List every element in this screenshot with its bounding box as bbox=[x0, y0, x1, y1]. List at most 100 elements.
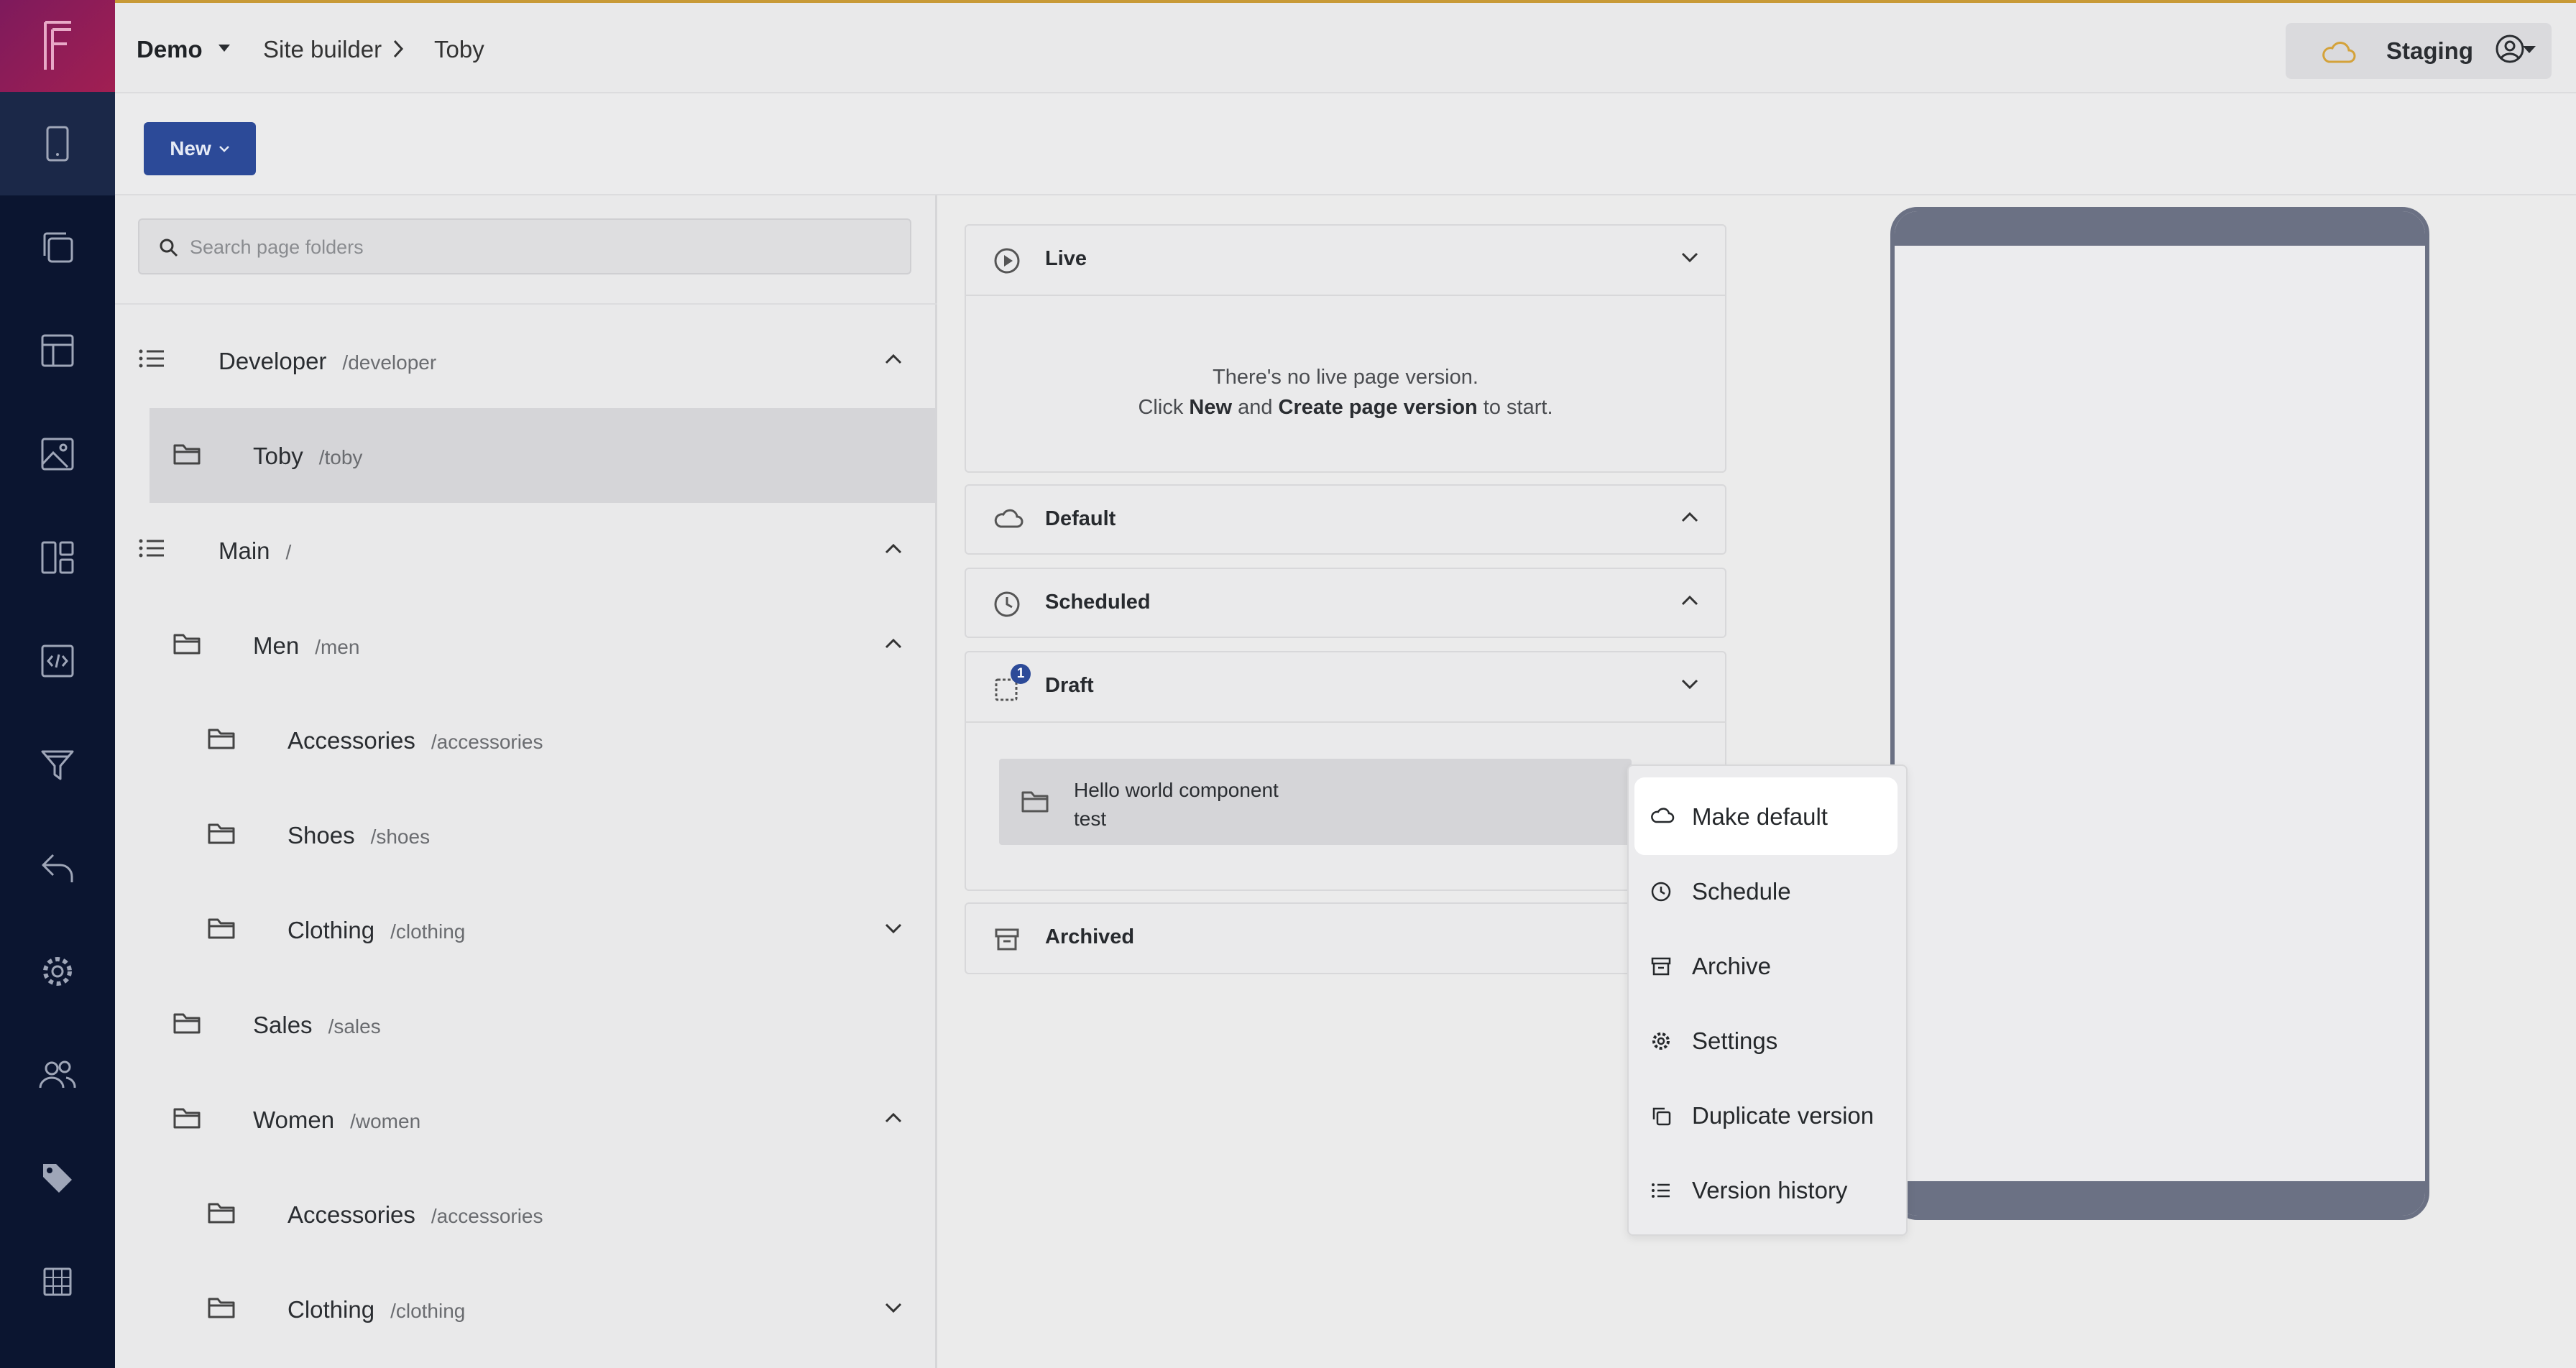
list-icon bbox=[1652, 1183, 1670, 1198]
rail-filter[interactable] bbox=[0, 713, 115, 816]
clock-icon bbox=[994, 591, 1020, 617]
folder-icon bbox=[172, 443, 201, 466]
logo-icon bbox=[44, 21, 71, 70]
folder-row[interactable]: Toby/toby bbox=[150, 408, 937, 503]
chevron-down-icon bbox=[218, 146, 229, 152]
folder-path: /women bbox=[350, 1110, 421, 1132]
folder-row[interactable]: Men/men bbox=[115, 598, 937, 693]
folder-row[interactable]: Main / bbox=[115, 503, 937, 598]
menu-item-duplicate-version[interactable]: Duplicate version bbox=[1634, 1076, 1898, 1154]
draft-header[interactable]: 1 Draft bbox=[966, 652, 1725, 721]
clock-icon bbox=[1651, 882, 1671, 902]
folder-path: /clothing bbox=[390, 1300, 466, 1322]
folder-row[interactable]: Accessories/accessories bbox=[115, 1167, 937, 1262]
menu-item-version-history[interactable]: Version history bbox=[1634, 1151, 1898, 1229]
chevron-down-icon[interactable] bbox=[884, 923, 903, 934]
rail-users[interactable] bbox=[0, 1023, 115, 1127]
menu-item-make-default[interactable]: Make default bbox=[1634, 777, 1898, 855]
menu-item-archive[interactable]: Archive bbox=[1634, 927, 1898, 1004]
draft-version-item[interactable]: Hello world component test bbox=[999, 759, 1632, 845]
mobile-preview bbox=[1890, 207, 2429, 1220]
chevron-up-icon[interactable] bbox=[884, 353, 903, 365]
folder-path: /men bbox=[315, 636, 360, 658]
default-section: Default bbox=[965, 484, 1726, 555]
folder-row[interactable]: Women/women bbox=[115, 1072, 937, 1167]
folder-name: Clothing/clothing bbox=[288, 1296, 466, 1323]
folder-icon bbox=[207, 917, 236, 940]
toolbar: New bbox=[115, 93, 2576, 195]
chevron-up-icon[interactable] bbox=[884, 638, 903, 650]
folder-name: Shoes/shoes bbox=[288, 822, 431, 849]
menu-item-settings[interactable]: Settings bbox=[1634, 1002, 1898, 1079]
chevron-up-icon bbox=[1681, 512, 1698, 522]
rail-settings[interactable] bbox=[0, 920, 115, 1023]
live-section: Live There's no live page version. Click… bbox=[965, 224, 1726, 473]
create-version-ref: Create page version bbox=[1278, 396, 1478, 419]
folder-row[interactable]: Sales/sales bbox=[115, 977, 937, 1072]
duplicate-icon bbox=[1652, 1107, 1671, 1126]
tag-icon bbox=[43, 1164, 72, 1193]
draft-title: Draft bbox=[1045, 674, 1094, 697]
rail-media[interactable] bbox=[0, 402, 115, 506]
folder-row[interactable]: Developer/developer bbox=[115, 313, 937, 408]
folder-path: / bbox=[285, 541, 292, 563]
rail-pages[interactable] bbox=[0, 195, 115, 299]
folder-icon bbox=[172, 632, 201, 655]
draft-version-sub: test bbox=[1074, 808, 1107, 830]
rail-components[interactable] bbox=[0, 506, 115, 609]
folder-search bbox=[138, 218, 911, 274]
new-button-label: New bbox=[170, 137, 211, 160]
default-header[interactable]: Default bbox=[966, 486, 1725, 555]
gear-icon bbox=[43, 957, 72, 986]
chevron-up-icon[interactable] bbox=[884, 543, 903, 555]
version-context-menu: Make default Schedule Archive Settings D… bbox=[1627, 764, 1908, 1236]
rail-code[interactable] bbox=[0, 609, 115, 713]
project-switcher[interactable]: Demo bbox=[137, 36, 203, 63]
rail-grid[interactable] bbox=[0, 1230, 115, 1334]
menu-label: Make default bbox=[1692, 803, 1828, 830]
rail-undo[interactable] bbox=[0, 816, 115, 920]
menu-label: Archive bbox=[1692, 953, 1772, 979]
new-ref: New bbox=[1189, 396, 1233, 419]
folder-name: Accessories/accessories bbox=[288, 1201, 543, 1228]
folder-icon bbox=[1021, 791, 1049, 813]
search-icon bbox=[160, 239, 178, 257]
draft-count-badge: 1 bbox=[1011, 664, 1031, 684]
folder-row[interactable]: Clothing/clothing bbox=[115, 1262, 937, 1357]
folder-row[interactable]: Accessories/accessories bbox=[115, 693, 937, 787]
live-empty-line1: There's no live page version. bbox=[1213, 366, 1478, 389]
search-input[interactable] bbox=[190, 233, 894, 262]
folder-path: /clothing bbox=[390, 920, 466, 943]
scheduled-header[interactable]: Scheduled bbox=[966, 569, 1725, 638]
chevron-right-icon bbox=[393, 40, 404, 58]
archived-header[interactable]: Archived bbox=[966, 904, 1725, 973]
grid-icon bbox=[43, 1267, 72, 1296]
chevron-up-icon[interactable] bbox=[884, 1112, 903, 1124]
logo[interactable] bbox=[0, 0, 115, 92]
preview-top-bar bbox=[1895, 211, 2425, 246]
breadcrumb-site-builder[interactable]: Site builder bbox=[263, 36, 382, 63]
folder-icon bbox=[172, 1106, 201, 1129]
live-header[interactable]: Live bbox=[966, 226, 1725, 295]
scheduled-section: Scheduled bbox=[965, 568, 1726, 638]
folder-icon bbox=[207, 822, 236, 845]
rail-tags[interactable] bbox=[0, 1127, 115, 1230]
user-account-icon[interactable] bbox=[2494, 33, 2526, 65]
chevron-down-icon bbox=[1681, 252, 1698, 263]
rail-layout[interactable] bbox=[0, 299, 115, 402]
folder-row[interactable]: Clothing/clothing bbox=[115, 882, 937, 977]
menu-item-schedule[interactable]: Schedule bbox=[1634, 852, 1898, 930]
pages-icon bbox=[43, 232, 73, 263]
archived-title: Archived bbox=[1045, 925, 1135, 948]
folder-row[interactable]: Shoes/shoes bbox=[115, 787, 937, 882]
layout-icon bbox=[41, 334, 74, 367]
cloud-icon bbox=[1651, 808, 1675, 823]
rail-device[interactable] bbox=[0, 92, 115, 195]
users-icon bbox=[39, 1060, 76, 1089]
chevron-down-icon bbox=[1681, 679, 1698, 690]
chevron-down-icon[interactable] bbox=[884, 1302, 903, 1313]
new-button[interactable]: New bbox=[144, 122, 256, 175]
menu-label: Settings bbox=[1692, 1027, 1778, 1054]
folder-path: /accessories bbox=[431, 1205, 543, 1227]
chevron-down-icon[interactable] bbox=[217, 43, 231, 53]
